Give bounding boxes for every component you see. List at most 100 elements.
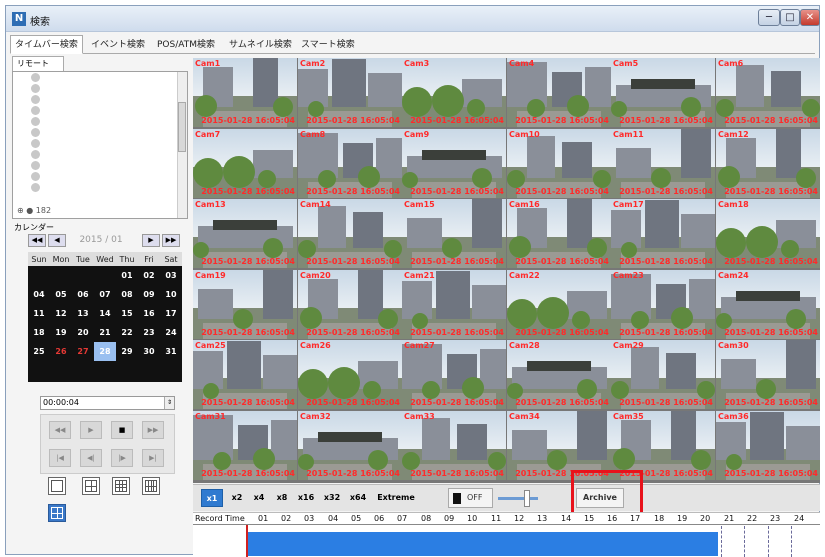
camera-tile[interactable]: Cam9 2015-01-28 16:05:04	[402, 129, 506, 198]
camera-tile[interactable]: Cam13 2015-01-28 16:05:04	[193, 199, 297, 268]
volume-thumb[interactable]	[524, 490, 530, 507]
expand-icon[interactable]: ⊕ ●	[17, 206, 36, 215]
camera-tile[interactable]: Cam32 2015-01-28 16:05:04	[298, 411, 402, 480]
calendar-day[interactable]: 13	[72, 304, 94, 323]
camera-tile[interactable]: Cam6 2015-01-28 16:05:04	[716, 58, 820, 127]
speed-button-x4[interactable]: x4	[249, 489, 269, 507]
camera-tile[interactable]: Cam7 2015-01-28 16:05:04	[193, 129, 297, 198]
maximize-button[interactable]: □	[780, 9, 800, 26]
camera-tile[interactable]: Cam4 2015-01-28 16:05:04	[507, 58, 611, 127]
tab-event-search[interactable]: イベント検索	[86, 35, 150, 54]
calendar-day[interactable]: 17	[160, 304, 182, 323]
step-forward-button[interactable]: |▶	[111, 449, 133, 467]
tree-item-last[interactable]: ⊕ ● 182	[17, 206, 51, 215]
tree-item[interactable]	[13, 182, 187, 193]
last-frame-button[interactable]: ▶|	[142, 449, 164, 467]
calendar-day[interactable]: 05	[50, 285, 72, 304]
speed-button-x8[interactable]: x8	[273, 489, 291, 507]
camera-tile[interactable]: Cam18 2015-01-28 16:05:04	[716, 199, 820, 268]
layout-3x3-button[interactable]	[112, 477, 130, 495]
minimize-button[interactable]: ─	[758, 9, 780, 26]
camera-tile[interactable]: Cam1 2015-01-28 16:05:04	[193, 58, 297, 127]
camera-tile[interactable]: Cam31 2015-01-28 16:05:04	[193, 411, 297, 480]
calendar-day[interactable]: 14	[94, 304, 116, 323]
prev-year-button[interactable]: ◀◀	[28, 234, 46, 247]
calendar-day[interactable]: 26	[50, 342, 72, 361]
calendar-day[interactable]: 18	[28, 323, 50, 342]
tab-remote[interactable]: リモート	[12, 56, 64, 71]
calendar-day[interactable]: 06	[72, 285, 94, 304]
next-year-button[interactable]: ▶▶	[162, 234, 180, 247]
tab-pos-atm-search[interactable]: POS/ATM検索	[152, 35, 220, 54]
calendar-day[interactable]: 25	[28, 342, 50, 361]
camera-tile[interactable]: Cam8 2015-01-28 16:05:04	[298, 129, 402, 198]
device-tree[interactable]: ⊕ ● 182	[12, 71, 188, 219]
camera-tile[interactable]: Cam12 2015-01-28 16:05:04	[716, 129, 820, 198]
camera-tile[interactable]: Cam24 2015-01-28 16:05:04	[716, 270, 820, 339]
speed-button-x2[interactable]: x2	[227, 489, 247, 507]
speed-button-x1[interactable]: x1	[201, 489, 223, 507]
time-spinner[interactable]: ⇕	[164, 397, 174, 409]
play-button[interactable]: ▶	[80, 421, 102, 439]
camera-tile[interactable]: Cam16 2015-01-28 16:05:04	[507, 199, 611, 268]
camera-tile[interactable]: Cam20 2015-01-28 16:05:04	[298, 270, 402, 339]
tree-item[interactable]	[13, 105, 187, 116]
audio-toggle-button[interactable]: OFF	[448, 488, 493, 508]
camera-tile[interactable]: Cam15 2015-01-28 16:05:04	[402, 199, 506, 268]
camera-tile[interactable]: Cam19 2015-01-28 16:05:04	[193, 270, 297, 339]
tree-item[interactable]	[13, 160, 187, 171]
calendar-day[interactable]: 30	[138, 342, 160, 361]
camera-tile[interactable]: Cam22 2015-01-28 16:05:04	[507, 270, 611, 339]
calendar-day[interactable]: 02	[138, 266, 160, 285]
step-back-button[interactable]: ◀|	[80, 449, 102, 467]
calendar-day[interactable]: 09	[138, 285, 160, 304]
tree-item[interactable]	[13, 138, 187, 149]
calendar-day[interactable]: 15	[116, 304, 138, 323]
camera-tile[interactable]: Cam14 2015-01-28 16:05:04	[298, 199, 402, 268]
calendar-day[interactable]: 11	[28, 304, 50, 323]
next-month-button[interactable]: ▶	[142, 234, 160, 247]
calendar-day[interactable]: 08	[116, 285, 138, 304]
calendar-day[interactable]: 01	[116, 266, 138, 285]
camera-tile[interactable]: Cam28 2015-01-28 16:05:04	[507, 340, 611, 409]
calendar-day[interactable]: 07	[94, 285, 116, 304]
timeline-cursor[interactable]	[246, 525, 248, 557]
calendar-day[interactable]: 21	[94, 323, 116, 342]
camera-tile[interactable]: Cam25 2015-01-28 16:05:04	[193, 340, 297, 409]
calendar-day[interactable]: 29	[116, 342, 138, 361]
tab-thumbnail-search[interactable]: サムネイル検索	[224, 35, 297, 54]
fast-forward-button[interactable]: ▶▶	[142, 421, 164, 439]
camera-tile[interactable]: Cam2 2015-01-28 16:05:04	[298, 58, 402, 127]
layout-4x4-button[interactable]	[142, 477, 160, 495]
close-button[interactable]: ✕	[800, 9, 820, 26]
layout-6x6-button[interactable]	[48, 504, 66, 522]
camera-tile[interactable]: Cam21 2015-01-28 16:05:04	[402, 270, 506, 339]
calendar-day[interactable]: 12	[50, 304, 72, 323]
camera-tile[interactable]: Cam27 2015-01-28 16:05:04	[402, 340, 506, 409]
camera-tile[interactable]: Cam30 2015-01-28 16:05:04	[716, 340, 820, 409]
calendar-day[interactable]: 03	[160, 266, 182, 285]
tree-item[interactable]	[13, 94, 187, 105]
camera-tile[interactable]: Cam17 2015-01-28 16:05:04	[611, 199, 715, 268]
camera-tile[interactable]: Cam36 2015-01-28 16:05:04	[716, 411, 820, 480]
calendar-day[interactable]: 16	[138, 304, 160, 323]
first-frame-button[interactable]: |◀	[49, 449, 71, 467]
tree-item[interactable]	[13, 72, 187, 83]
speed-button-x16[interactable]: x16	[295, 489, 317, 507]
tree-item[interactable]	[13, 83, 187, 94]
prev-month-button[interactable]: ◀	[48, 234, 66, 247]
camera-tile[interactable]: Cam11 2015-01-28 16:05:04	[611, 129, 715, 198]
tree-item[interactable]	[13, 171, 187, 182]
camera-tile[interactable]: Cam3 2015-01-28 16:05:04	[402, 58, 506, 127]
camera-tile[interactable]: Cam23 2015-01-28 16:05:04	[611, 270, 715, 339]
camera-tile[interactable]: Cam10 2015-01-28 16:05:04	[507, 129, 611, 198]
camera-tile[interactable]: Cam26 2015-01-28 16:05:04	[298, 340, 402, 409]
calendar-day[interactable]: 20	[72, 323, 94, 342]
tab-smart-search[interactable]: スマート検索	[296, 35, 360, 54]
volume-slider[interactable]	[498, 490, 538, 507]
speed-button-x32[interactable]: x32	[321, 489, 343, 507]
recorded-segment[interactable]	[246, 532, 718, 556]
calendar-day[interactable]: 28	[94, 342, 116, 361]
camera-tile[interactable]: Cam33 2015-01-28 16:05:04	[402, 411, 506, 480]
camera-tile[interactable]: Cam29 2015-01-28 16:05:04	[611, 340, 715, 409]
